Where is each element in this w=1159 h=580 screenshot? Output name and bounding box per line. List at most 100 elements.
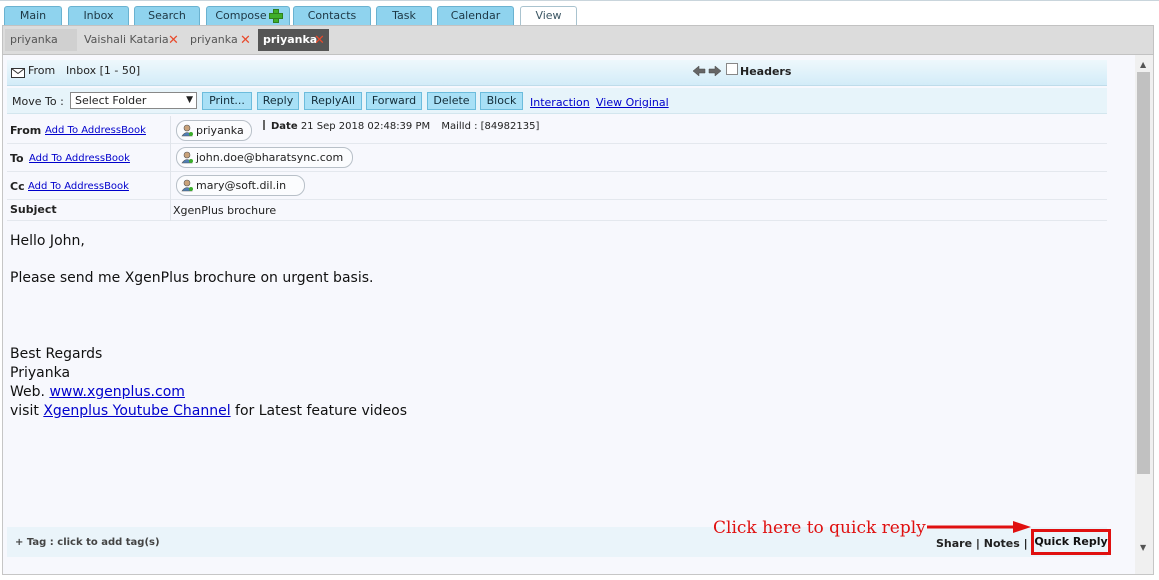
prev-arrow-icon[interactable] — [692, 65, 706, 77]
add-to-addressbook-link[interactable]: Add To AddressBook — [29, 153, 130, 164]
action-toolbar: Move To : Select Folder ▼ Print... Reply… — [7, 88, 1107, 114]
scroll-thumb[interactable] — [1137, 72, 1150, 474]
delete-button[interactable]: Delete — [427, 92, 476, 110]
add-to-addressbook-link[interactable]: Add To AddressBook — [45, 125, 146, 136]
headers-label: Headers — [740, 65, 792, 78]
footer-separator: | — [1023, 537, 1028, 550]
body-web-line: Web. www.xgenplus.com — [10, 383, 185, 402]
block-button[interactable]: Block — [480, 92, 523, 110]
tab-task[interactable]: Task — [376, 6, 432, 26]
from-label: From — [10, 124, 42, 137]
share-link[interactable]: Share — [936, 537, 972, 550]
tab-inbox[interactable]: Inbox — [68, 6, 129, 26]
cc-contact-chip[interactable]: mary@soft.dil.in — [176, 175, 305, 196]
annotation-arrow — [927, 521, 1031, 533]
quick-reply-button[interactable]: Quick Reply — [1031, 529, 1111, 555]
to-row: To Add To AddressBook john.doe@bharatsyn… — [7, 144, 1107, 172]
print-button[interactable]: Print... — [202, 92, 252, 110]
subject-label: Subject — [10, 203, 57, 216]
close-icon[interactable]: ✕ — [314, 30, 325, 52]
subject-value: XgenPlus brochure — [173, 204, 277, 217]
subtab-priyanka-2[interactable]: priyanka ✕ — [185, 29, 257, 51]
user-icon — [181, 151, 193, 164]
move-to-label: Move To : — [12, 95, 64, 108]
interaction-link[interactable]: Interaction — [530, 96, 590, 109]
plus-icon — [268, 9, 283, 23]
headers-checkbox[interactable] — [726, 63, 738, 75]
divider — [170, 200, 171, 221]
notes-link[interactable]: Notes — [984, 537, 1020, 550]
subtab-label: priyanka — [10, 33, 58, 46]
date-label: Date — [271, 121, 298, 132]
tab-main[interactable]: Main — [4, 6, 62, 26]
from-row: From Add To AddressBook priyanka Date 21… — [7, 116, 1107, 144]
next-arrow-icon[interactable] — [708, 65, 722, 77]
body-message: Please send me XgenPlus brochure on urge… — [10, 270, 374, 286]
subtab-label: priyanka — [190, 33, 238, 46]
youtube-link[interactable]: Xgenplus Youtube Channel — [43, 403, 230, 419]
close-icon[interactable]: ✕ — [240, 30, 251, 52]
tab-compose[interactable]: Compose — [206, 6, 290, 26]
footer-links: Share | Notes | — [936, 537, 1028, 550]
scroll-up-icon[interactable]: ▲ — [1140, 60, 1146, 69]
cc-value: mary@soft.dil.in — [196, 179, 287, 192]
footer-separator: | — [975, 537, 980, 550]
subtab-priyanka-1[interactable]: priyanka — [5, 29, 77, 51]
cc-label: Cc — [10, 180, 25, 193]
body-regards: Best Regards — [10, 346, 103, 362]
cc-row: Cc Add To AddressBook mary@soft.dil.in — [7, 172, 1107, 200]
from-contact-chip[interactable]: priyanka — [176, 120, 252, 141]
date-value: 21 Sep 2018 02:48:39 PM — [300, 121, 431, 132]
body-name: Priyanka — [10, 365, 71, 381]
tab-search[interactable]: Search — [134, 6, 200, 26]
visit-label: visit — [10, 403, 39, 419]
body-greeting: Hello John, — [10, 233, 85, 249]
user-icon — [181, 124, 193, 137]
user-icon — [181, 179, 193, 192]
divider — [170, 116, 171, 144]
folder-info: Inbox [1 - 50] — [66, 64, 141, 77]
web-label: Web. — [10, 384, 45, 400]
divider — [170, 144, 171, 172]
tab-contacts[interactable]: Contacts — [293, 6, 371, 26]
date-info: Date 21 Sep 2018 02:48:39 PM MailId : [8… — [263, 120, 539, 132]
subtab-priyanka-active[interactable]: priyanka ✕ — [258, 29, 329, 51]
divider — [263, 120, 265, 130]
tab-calendar[interactable]: Calendar — [437, 6, 514, 26]
reply-button[interactable]: Reply — [257, 92, 299, 110]
prev-next-arrows — [692, 65, 722, 77]
view-original-link[interactable]: View Original — [596, 96, 669, 109]
message-tab-strip: priyanka Vaishali Kataria ✕ priyanka ✕ p… — [2, 25, 1154, 55]
to-contact-chip[interactable]: john.doe@bharatsync.com — [176, 147, 353, 168]
close-icon[interactable]: ✕ — [168, 30, 179, 52]
to-value: john.doe@bharatsync.com — [196, 151, 344, 164]
forward-button[interactable]: Forward — [366, 92, 422, 110]
subtab-vaishali[interactable]: Vaishali Kataria ✕ — [79, 29, 183, 51]
divider — [170, 172, 171, 200]
top-tab-bar: Main Inbox Search Compose Contacts Task … — [0, 0, 1159, 27]
scroll-down-icon[interactable]: ▼ — [1140, 543, 1146, 552]
chevron-down-icon: ▼ — [186, 95, 193, 105]
subtab-label: Vaishali Kataria — [84, 33, 169, 46]
add-tag-link[interactable]: + Tag : click to add tag(s) — [15, 537, 160, 548]
to-label: To — [10, 152, 24, 165]
folder-select-value: Select Folder — [75, 94, 147, 107]
header-from-label: From — [28, 64, 56, 77]
vertical-scrollbar[interactable]: ▲ ▼ — [1135, 55, 1153, 574]
body-visit-line: visit Xgenplus Youtube Channel for Lates… — [10, 402, 407, 421]
mail-header-bar: From Inbox [1 - 50] Headers — [7, 60, 1107, 86]
subtab-label: priyanka — [263, 33, 318, 46]
subject-row: Subject XgenPlus brochure — [7, 200, 1107, 221]
mail-id: MailId : [84982135] — [441, 121, 540, 132]
visit-suffix: for Latest feature videos — [235, 403, 407, 419]
website-link[interactable]: www.xgenplus.com — [49, 384, 184, 400]
from-value: priyanka — [196, 124, 244, 137]
folder-select[interactable]: Select Folder ▼ — [70, 92, 197, 109]
envelope-icon — [11, 68, 25, 78]
add-to-addressbook-link[interactable]: Add To AddressBook — [28, 181, 129, 192]
quick-reply-annotation: Click here to quick reply — [713, 518, 926, 538]
tab-view[interactable]: View — [520, 6, 577, 27]
reply-all-button[interactable]: ReplyAll — [304, 92, 362, 110]
tab-compose-label: Compose — [215, 9, 267, 22]
mail-view-panel: From Inbox [1 - 50] Headers Move To : Se… — [2, 55, 1154, 575]
